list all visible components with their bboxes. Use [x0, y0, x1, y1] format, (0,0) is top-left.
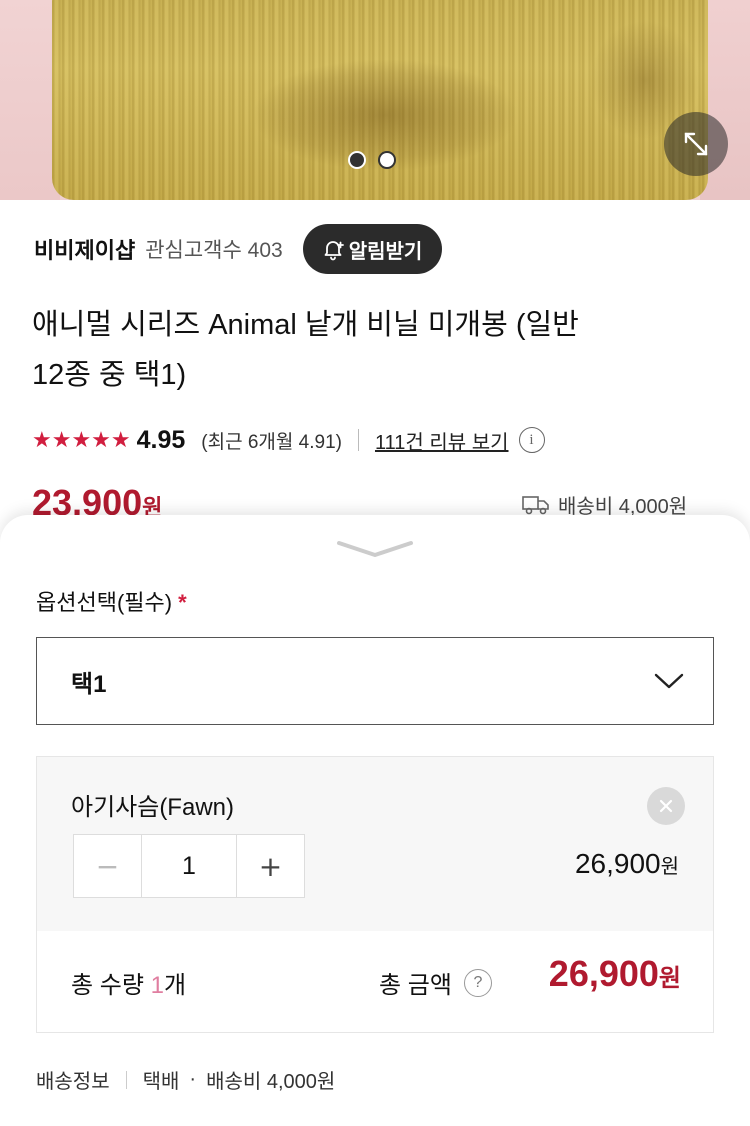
review-link[interactable]: 111건 리뷰 보기: [375, 426, 509, 455]
item-price: 26,900원: [575, 848, 679, 880]
rating-score: 4.95: [136, 425, 186, 454]
total-quantity-prefix: 총 수량: [71, 972, 151, 999]
bell-plus-icon: [324, 241, 344, 261]
product-title-line-1: 애니멀 시리즈 Animal 낱개 비닐 미개봉 (일반: [32, 309, 579, 341]
shipping-method: 택배: [142, 1071, 180, 1093]
rating-recent: (최근 6개월 4.91): [201, 431, 342, 453]
total-amount-unit: 원: [658, 965, 681, 992]
shipping-info: 배송정보 택배 · 배송비 4,000원: [36, 1065, 335, 1094]
total-quantity-number: 1: [150, 972, 164, 999]
sheet-collapse-handle[interactable]: [335, 537, 415, 565]
carousel-dot-1[interactable]: [348, 151, 366, 169]
total-quantity: 총 수량 1개: [71, 965, 186, 1000]
store-row: 비비제이샵 관심고객수 403 알림받기: [34, 224, 714, 274]
option-bottom-sheet: 옵션선택(필수) * 택1 아기사슴(Fawn) − 1 + 26,900원 총 …: [0, 515, 750, 1126]
carousel-dots: [348, 151, 396, 169]
store-name[interactable]: 비비제이샵: [34, 233, 135, 265]
alarm-button-label: 알림받기: [348, 240, 423, 263]
quantity-stepper: − 1 +: [73, 834, 305, 898]
expand-image-button[interactable]: [664, 112, 728, 176]
shipping-divider: [125, 1070, 127, 1089]
item-price-unit: 원: [660, 856, 679, 878]
carousel-dot-2[interactable]: [378, 151, 396, 169]
product-title-line-2: 12종 중 택1): [32, 359, 187, 391]
store-followers: 관심고객수 403: [145, 239, 283, 262]
total-amount-label-group: 총 금액 ?: [379, 965, 492, 1000]
image-background-left: [0, 0, 60, 200]
info-icon[interactable]: i: [518, 427, 545, 453]
shipping-fee: 배송비 4,000원: [206, 1071, 336, 1093]
remove-item-button[interactable]: [647, 787, 685, 825]
item-price-value: 26,900: [574, 848, 661, 879]
selected-item-name: 아기사슴(Fawn): [71, 794, 234, 821]
product-title: 애니멀 시리즈 Animal 낱개 비닐 미개봉 (일반 12종 중 택1): [32, 300, 722, 400]
rating-stars-icon: ★★★★★: [32, 427, 131, 453]
option-label: 옵션선택(필수) *: [36, 585, 187, 617]
decrease-quantity-button[interactable]: −: [74, 835, 142, 897]
option-select-value: 택1: [71, 670, 107, 698]
required-mark: *: [178, 590, 187, 615]
chevron-down-icon: [337, 541, 413, 557]
close-icon: [659, 799, 673, 813]
help-icon[interactable]: ?: [463, 968, 492, 997]
total-quantity-suffix: 개: [163, 972, 187, 999]
rating-row: ★★★★★ 4.95 (최근 6개월 4.91) 111건 리뷰 보기 i: [32, 420, 545, 460]
quantity-value[interactable]: 1: [142, 835, 236, 897]
shipping-bullet: ·: [189, 1068, 197, 1090]
shipping-info-label: 배송정보: [36, 1071, 110, 1093]
selected-item-card: 아기사슴(Fawn) − 1 + 26,900원: [36, 756, 714, 932]
product-image-carousel[interactable]: [0, 0, 750, 200]
total-amount: 26,900원: [549, 953, 681, 995]
total-amount-label: 총 금액: [379, 972, 452, 999]
option-select[interactable]: 택1: [36, 637, 714, 725]
total-summary: 총 수량 1개 총 금액 ? 26,900원: [36, 931, 714, 1033]
rating-divider: [357, 429, 359, 451]
increase-quantity-button[interactable]: +: [236, 835, 304, 897]
delivery-truck-icon: [522, 495, 549, 514]
chevron-down-icon: [654, 673, 684, 689]
alarm-subscribe-button[interactable]: 알림받기: [302, 224, 443, 274]
option-label-text: 옵션선택(필수): [36, 590, 173, 615]
total-amount-value: 26,900: [548, 953, 659, 994]
expand-arrows-icon: [684, 132, 708, 156]
